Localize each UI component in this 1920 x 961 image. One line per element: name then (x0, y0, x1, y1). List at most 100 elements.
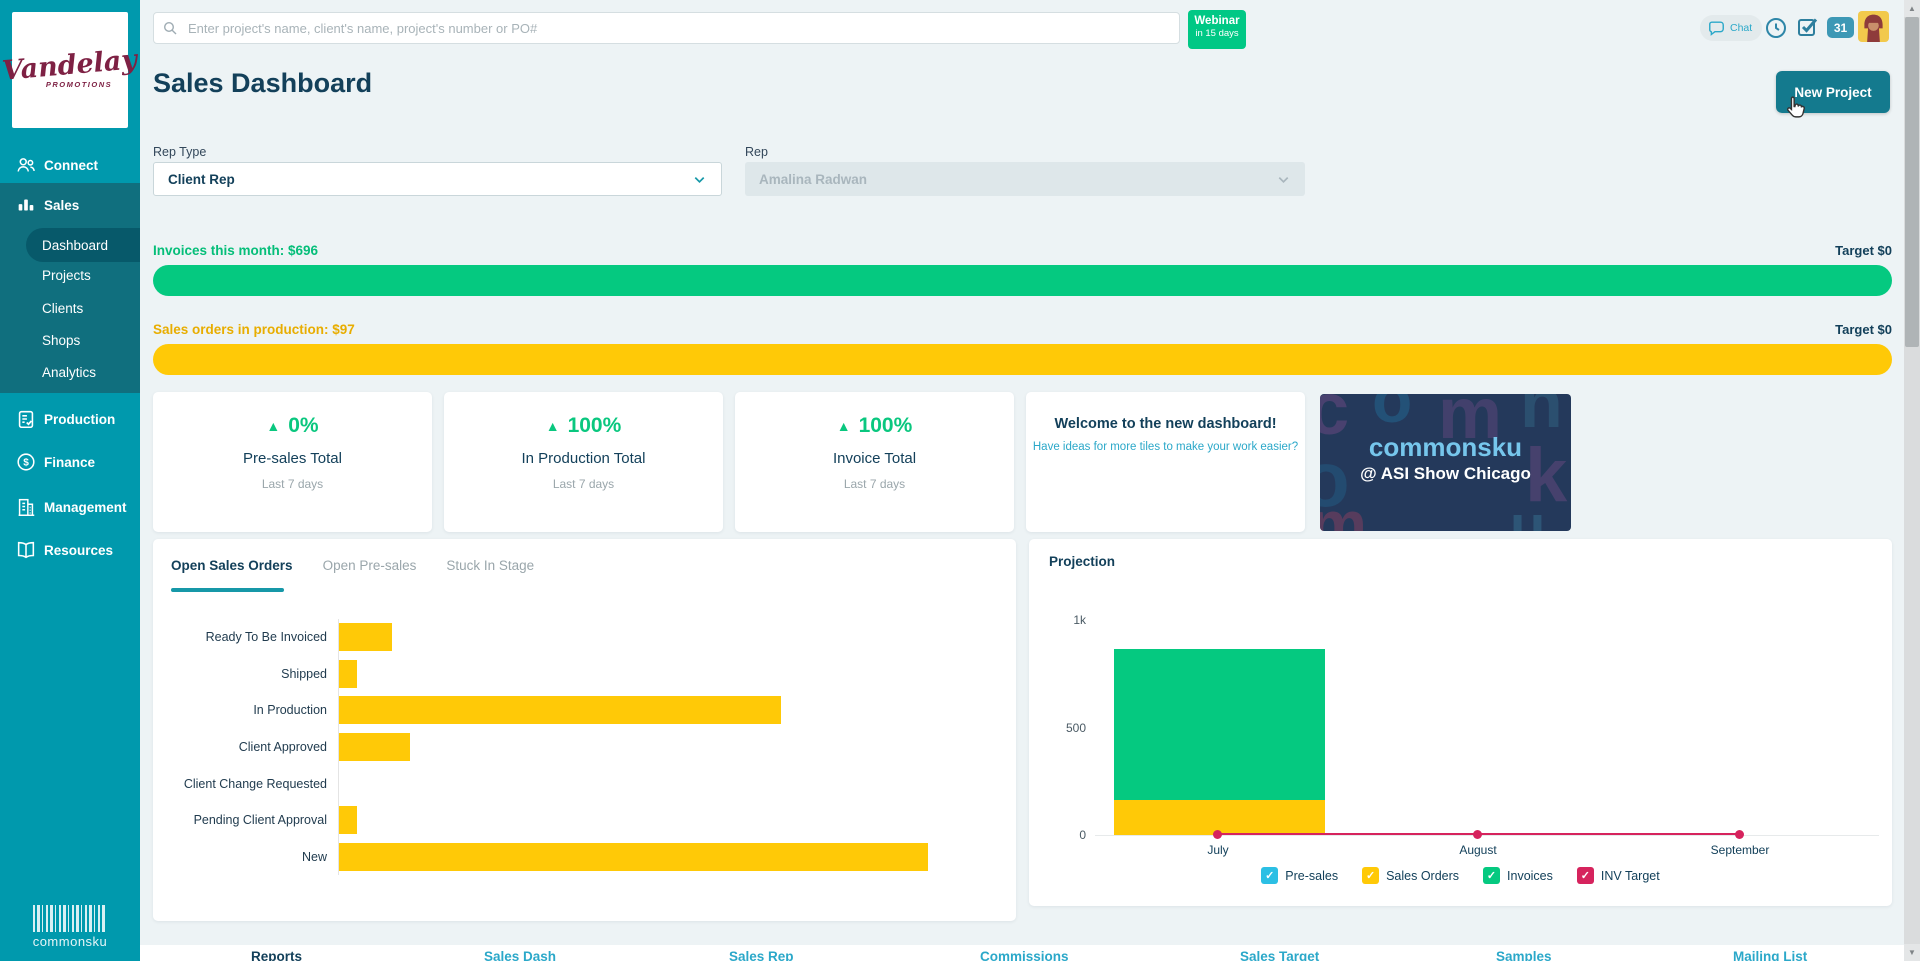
sidebar-item-production[interactable]: Production (0, 404, 140, 434)
hbar-row: Ready To Be Invoiced (163, 619, 1006, 656)
new-project-button[interactable]: New Project (1776, 71, 1890, 113)
sidebar-subitem-label: Projects (42, 268, 91, 283)
stat-title: Invoice Total (735, 450, 1014, 467)
welcome-title: Welcome to the new dashboard! (1026, 416, 1305, 432)
notification-badge[interactable]: 31 (1827, 17, 1854, 38)
footer-link-mailing-list[interactable]: Mailing List (1733, 949, 1807, 961)
notification-count: 31 (1834, 21, 1847, 35)
projection-bar-invoices[interactable] (1114, 649, 1325, 800)
barcode-icon (33, 905, 107, 932)
checkbox-checked-icon[interactable]: ✓ (1362, 867, 1379, 884)
hbar-bar[interactable] (339, 733, 410, 761)
sidebar-item-management[interactable]: Management (0, 492, 140, 522)
sidebar-item-label: Production (44, 412, 115, 427)
hbar-bar[interactable] (339, 806, 357, 834)
legend-label: INV Target (1601, 869, 1660, 883)
sidebar-item-finance[interactable]: $ Finance (0, 447, 140, 477)
inv-target-point[interactable] (1735, 830, 1744, 839)
page-title: Sales Dashboard (153, 68, 372, 99)
legend-item-inv-target[interactable]: ✓ INV Target (1577, 867, 1660, 884)
checkbox-checked-icon[interactable]: ✓ (1261, 867, 1278, 884)
inv-target-point[interactable] (1213, 830, 1222, 839)
rep-type-select[interactable]: Client Rep (153, 162, 722, 196)
dollar-circle-icon: $ (15, 451, 37, 473)
footer-link-samples[interactable]: Samples (1496, 949, 1552, 961)
projection-title: Projection (1049, 554, 1115, 569)
webinar-badge[interactable]: Webinar in 15 days (1188, 10, 1246, 49)
footer-reports-heading: Reports (251, 949, 302, 961)
sidebar-item-projects[interactable]: Projects (42, 268, 91, 286)
hbar-track (338, 765, 1006, 802)
search-input[interactable] (153, 12, 1180, 44)
rep-value: Amalina Radwan (759, 172, 867, 187)
rep-select[interactable]: Amalina Radwan (745, 162, 1305, 196)
invoices-progress-bar[interactable] (153, 265, 1892, 296)
hbar-bar[interactable] (339, 660, 357, 688)
sidebar-item-resources[interactable]: Resources (0, 535, 140, 565)
legend-item-invoices[interactable]: ✓ Invoices (1483, 867, 1553, 884)
stat-title: In Production Total (444, 450, 723, 467)
trend-up-icon: ▲ (266, 418, 280, 434)
scroll-up-button[interactable]: ▲ (1904, 0, 1920, 17)
active-tab-indicator (171, 588, 284, 592)
user-avatar[interactable] (1858, 11, 1889, 42)
open-orders-rows: Ready To Be InvoicedShippedIn Production… (163, 619, 1006, 875)
tab-open-pre-sales[interactable]: Open Pre-sales (323, 558, 417, 573)
projection-legend: ✓ Pre-sales ✓ Sales Orders ✓ Invoices ✓ … (1029, 867, 1892, 884)
sidebar-item-label: Resources (44, 543, 113, 558)
stat-percent: 0% (288, 414, 318, 438)
sidebar-item-dashboard[interactable]: Dashboard (26, 228, 140, 262)
sidebar-item-sales[interactable]: Sales (0, 190, 140, 220)
hbar-category-label: Ready To Be Invoiced (163, 630, 338, 644)
sidebar: Vandelay PROMOTIONS Connect Sales Dashbo… (0, 0, 140, 961)
footer-link-commissions[interactable]: Commissions (980, 949, 1069, 961)
commonsku-logo-text: commonsku (33, 934, 108, 949)
vertical-scrollbar[interactable]: ▲ ▼ (1904, 0, 1920, 961)
stat-period: Last 7 days (153, 477, 432, 491)
sidebar-item-connect[interactable]: Connect (0, 150, 140, 180)
sales-orders-progress-target: Target $0 (1835, 322, 1892, 337)
commonsku-asi-banner[interactable]: c o m n o k m u commonsku @ ASI Show Chi… (1320, 394, 1571, 531)
hbar-category-label: Client Approved (163, 740, 338, 754)
tab-stuck-in-stage[interactable]: Stuck In Stage (446, 558, 534, 573)
hbar-track (338, 729, 1006, 766)
hbar-track (338, 839, 1006, 876)
chevron-down-icon (692, 172, 707, 187)
hbar-bar[interactable] (339, 843, 928, 871)
commonsku-logo[interactable]: commonsku (0, 905, 140, 949)
sales-orders-progress-label: Sales orders in production: $97 (153, 322, 355, 337)
legend-item-pre-sales[interactable]: ✓ Pre-sales (1261, 867, 1338, 884)
welcome-card: Welcome to the new dashboard! Have ideas… (1026, 392, 1305, 532)
in-production-total-card: ▲ 100% In Production Total Last 7 days (444, 392, 723, 532)
compose-icon[interactable] (1796, 15, 1820, 39)
banner-pattern-letter: m (1320, 492, 1367, 531)
sidebar-item-analytics[interactable]: Analytics (42, 365, 96, 383)
sales-orders-progress-bar[interactable] (153, 344, 1892, 375)
legend-item-sales-orders[interactable]: ✓ Sales Orders (1362, 867, 1459, 884)
sidebar-item-clients[interactable]: Clients (42, 301, 83, 319)
clock-icon[interactable] (1764, 16, 1788, 40)
footer-link-sales-target[interactable]: Sales Target (1240, 949, 1319, 961)
sidebar-item-shops[interactable]: Shops (42, 333, 80, 351)
company-logo[interactable]: Vandelay PROMOTIONS (12, 12, 128, 128)
hbar-category-label: In Production (163, 703, 338, 717)
search-icon (162, 20, 178, 36)
tab-open-sales-orders[interactable]: Open Sales Orders (171, 558, 293, 573)
y-tick-500: 500 (1029, 721, 1086, 735)
inv-target-point[interactable] (1473, 830, 1482, 839)
scrollbar-thumb[interactable] (1905, 17, 1919, 347)
projection-july-bar[interactable] (1114, 649, 1325, 835)
bar-chart-icon (15, 194, 37, 216)
checkbox-checked-icon[interactable]: ✓ (1483, 867, 1500, 884)
footer-link-sales-rep[interactable]: Sales Rep (729, 949, 794, 961)
stat-title: Pre-sales Total (153, 450, 432, 467)
chat-button[interactable]: Chat (1700, 15, 1762, 41)
hbar-track (338, 692, 1006, 729)
checkbox-checked-icon[interactable]: ✓ (1577, 867, 1594, 884)
scroll-down-button[interactable]: ▼ (1904, 944, 1920, 961)
hbar-bar[interactable] (339, 623, 392, 651)
welcome-feedback-link[interactable]: Have ideas for more tiles to make your w… (1026, 441, 1305, 453)
hbar-bar[interactable] (339, 696, 781, 724)
sidebar-item-label: Finance (44, 455, 95, 470)
footer-link-sales-dash[interactable]: Sales Dash (484, 949, 556, 961)
